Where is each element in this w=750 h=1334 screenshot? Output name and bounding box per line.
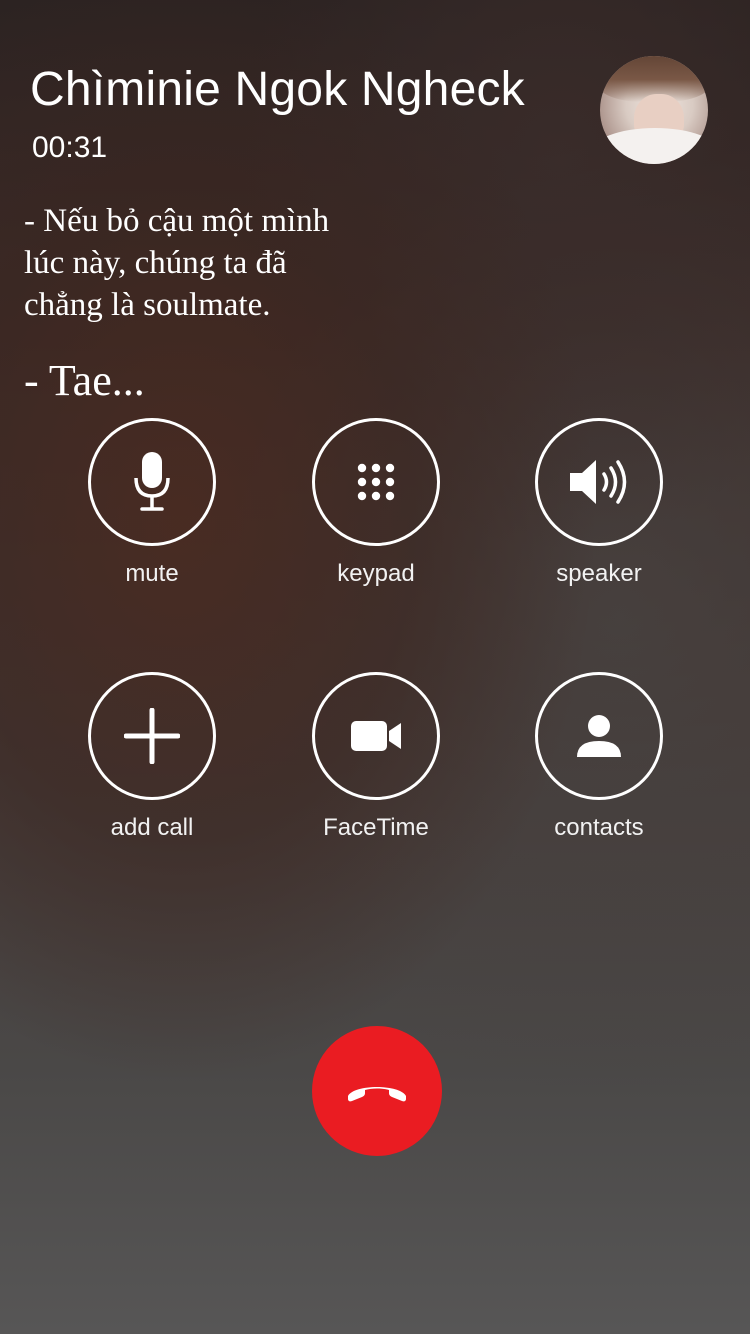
keypad-button[interactable]: keypad bbox=[301, 418, 451, 588]
keypad-icon bbox=[357, 463, 395, 501]
mute-label: mute bbox=[125, 560, 179, 587]
phone-hangup-icon bbox=[348, 1087, 406, 1102]
add-call-button[interactable]: add call bbox=[77, 672, 227, 842]
facetime-button[interactable]: FaceTime bbox=[301, 672, 451, 842]
caller-name: Chìminie Ngok Ngheck bbox=[30, 63, 525, 116]
facetime-circle[interactable] bbox=[312, 672, 440, 800]
microphone-icon bbox=[134, 452, 170, 511]
speaker-label: speaker bbox=[556, 560, 642, 587]
mute-button[interactable]: mute bbox=[77, 418, 227, 588]
keypad-label: keypad bbox=[337, 560, 415, 587]
add-call-label: add call bbox=[110, 814, 194, 841]
speaker-circle[interactable] bbox=[535, 418, 663, 546]
quote-line: chẳng là soulmate. bbox=[24, 287, 271, 323]
facetime-label: FaceTime bbox=[323, 814, 429, 841]
add-call-circle[interactable] bbox=[88, 672, 216, 800]
contacts-button[interactable]: contacts bbox=[524, 672, 674, 842]
keypad-circle[interactable] bbox=[312, 418, 440, 546]
video-camera-icon bbox=[351, 721, 401, 751]
overlay-quote-name: - Tae... bbox=[24, 356, 145, 405]
overlay-quote: - Nếu bỏ cậu một mình lúc này, chúng ta … bbox=[24, 200, 329, 326]
contacts-label: contacts bbox=[554, 814, 644, 841]
mute-circle[interactable] bbox=[88, 418, 216, 546]
person-icon bbox=[577, 715, 621, 757]
contacts-circle[interactable] bbox=[535, 672, 663, 800]
speaker-icon bbox=[570, 460, 627, 504]
speaker-button[interactable]: speaker bbox=[524, 418, 674, 588]
end-call-button[interactable] bbox=[312, 1026, 442, 1156]
caller-avatar bbox=[600, 56, 708, 164]
call-timer: 00:31 bbox=[32, 131, 108, 164]
plus-icon bbox=[124, 708, 180, 764]
quote-line: lúc này, chúng ta đã bbox=[24, 245, 287, 281]
quote-line: - Nếu bỏ cậu một mình bbox=[24, 203, 330, 239]
